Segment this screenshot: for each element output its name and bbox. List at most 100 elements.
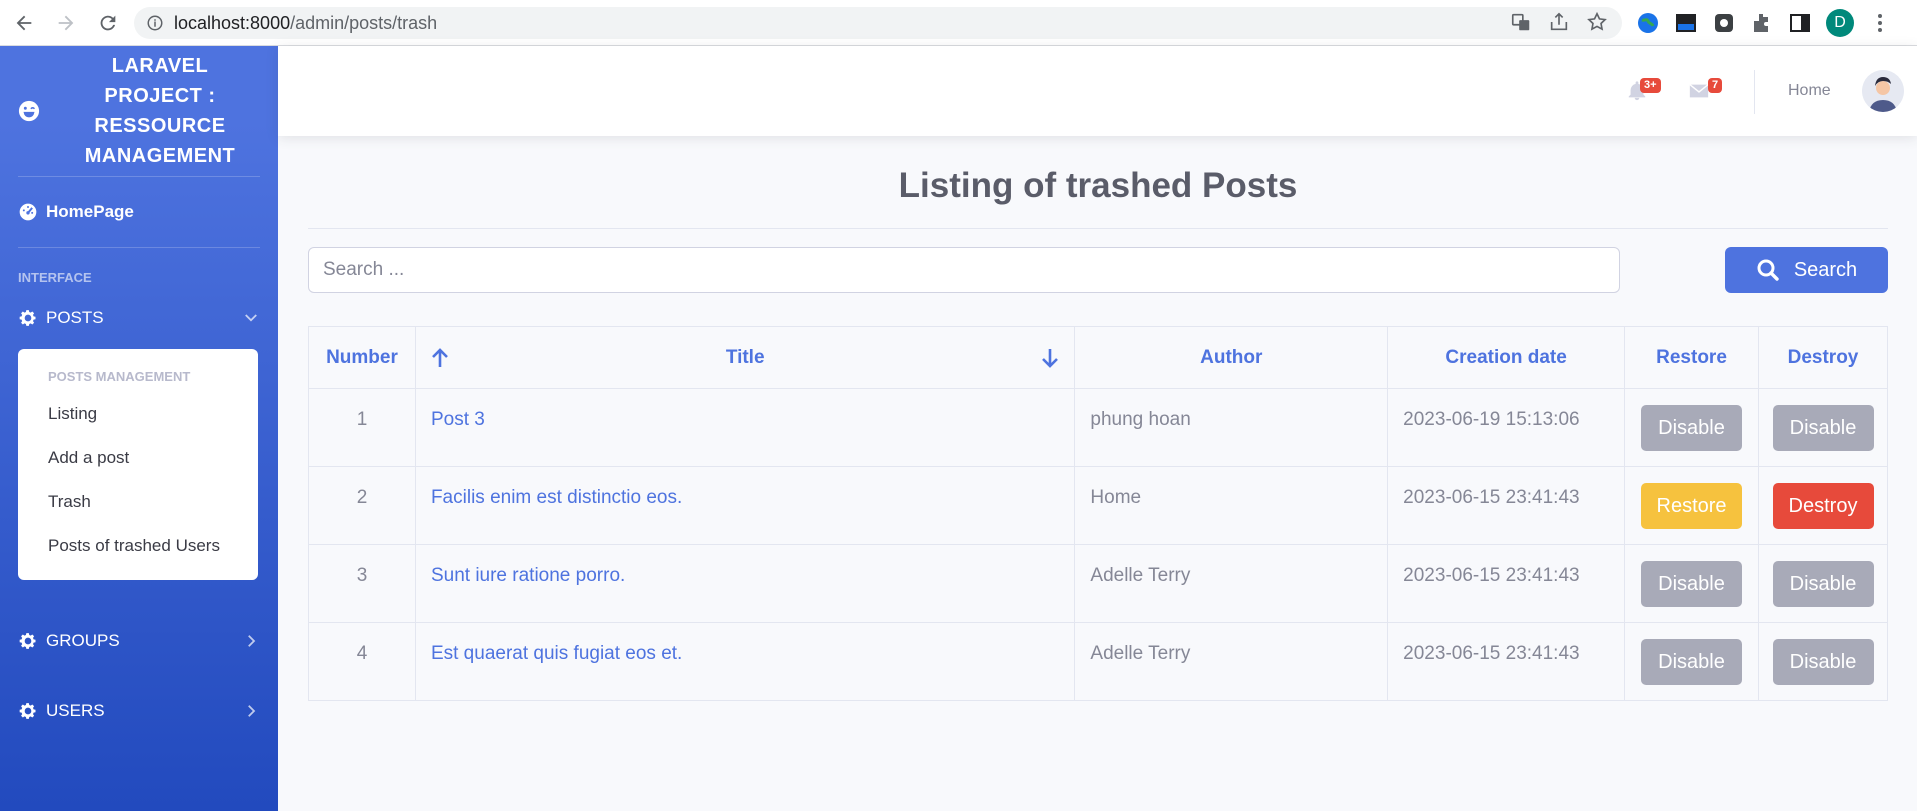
cell-destroy: Disable [1758,622,1888,701]
search-icon [1757,259,1779,281]
info-icon[interactable] [146,14,164,32]
sidebar-item-label: GROUPS [46,631,120,650]
page-title: Listing of trashed Posts [898,166,1298,205]
main-content: Listing of trashed Posts Search [308,136,1888,309]
table-row: 1 Post 3 phung hoan 2023-06-19 15:13:06 … [308,388,1888,467]
share-icon[interactable] [1548,11,1570,33]
user-name[interactable]: Home [1788,82,1831,100]
sidebar: LARAVEL PROJECT : RESSOURCE MANAGEMENT H… [0,46,278,811]
destroy-disabled-button[interactable]: Disable [1772,639,1874,685]
reload-button[interactable] [90,5,126,41]
cell-title: Post 3 [414,388,1076,467]
post-title-link[interactable]: Post 3 [431,409,485,430]
cell-author: Adelle Terry [1074,544,1389,623]
sort-descending-arrow-icon[interactable] [1040,347,1060,369]
sidebar-item-posts[interactable]: POSTS [0,293,278,343]
column-header-number: Number [308,326,416,389]
submenu-item-trashed-users-posts[interactable]: Posts of trashed Users [18,524,258,568]
cell-creation-date: 2023-06-19 15:13:06 [1387,388,1626,467]
chevron-down-icon [245,314,257,322]
side-panel-icon[interactable] [1788,11,1812,35]
post-title-link[interactable]: Sunt iure ratione porro. [431,565,625,586]
tachometer-icon [19,203,37,221]
cell-author: phung hoan [1074,388,1389,467]
post-title-link[interactable]: Est quaerat quis fugiat eos et. [431,643,682,664]
restore-disabled-button[interactable]: Disable [1641,405,1743,451]
topbar-divider [1754,70,1755,114]
laugh-wink-icon [18,100,40,122]
submenu-item-trash[interactable]: Trash [18,480,258,524]
submenu-header: POSTS MANAGEMENT [48,369,191,384]
envelope-icon[interactable] [1688,80,1710,102]
sidebar-item-groups[interactable]: GROUPS [0,606,278,676]
column-header-title: Title [414,326,1076,389]
destroy-disabled-button[interactable]: Disable [1772,561,1874,607]
search-button-label: Search [1793,258,1858,281]
destroy-button[interactable]: Destroy [1772,483,1874,529]
column-header-restore: Restore [1624,326,1759,389]
restore-button[interactable]: Restore [1641,483,1743,529]
sidebar-item-users[interactable]: USERS [0,676,278,746]
browser-profile-avatar[interactable]: D [1826,9,1854,37]
search-input[interactable] [308,247,1620,293]
cell-creation-date: 2023-06-15 23:41:43 [1387,622,1626,701]
cell-destroy: Disable [1758,544,1888,623]
globe-extension-icon[interactable] [1636,11,1660,35]
alerts-badge: 3+ [1640,78,1661,93]
column-header-destroy: Destroy [1758,326,1888,389]
posts-submenu: POSTS MANAGEMENT Listing Add a post Tras… [18,349,258,580]
sidebar-item-label: USERS [46,701,105,720]
gear-icon [19,703,36,719]
bookmark-star-icon[interactable] [1586,11,1608,33]
column-header-author: Author [1074,326,1389,389]
news-extension-icon[interactable] [1674,11,1698,35]
back-arrow-icon [16,15,32,30]
cell-author: Adelle Terry [1074,622,1389,701]
table-row: 4 Est quaerat quis fugiat eos et. Adelle… [308,622,1888,701]
sidebar-item-homepage[interactable]: HomePage [0,177,278,247]
topbar: 3+ 7 Home [278,46,1917,136]
cell-destroy: Destroy [1758,466,1888,545]
table-header-row: Number Title Author Creation date Restor… [308,326,1888,389]
cell-restore: Restore [1624,466,1759,545]
sidebar-item-label: HomePage [46,202,134,221]
submenu-item-listing[interactable]: Listing [18,392,258,436]
search-button[interactable]: Search [1725,247,1888,293]
cell-number: 4 [308,622,416,701]
cell-restore: Disable [1624,622,1759,701]
destroy-disabled-button[interactable]: Disable [1772,405,1874,451]
restore-disabled-button[interactable]: Disable [1641,639,1743,685]
column-header-title-label: Title [725,346,765,368]
puzzle-extensions-icon[interactable] [1750,11,1774,35]
table-row: 3 Sunt iure ratione porro. Adelle Terry … [308,544,1888,623]
submenu-item-add-post[interactable]: Add a post [18,436,258,480]
post-title-link[interactable]: Facilis enim est distinctio eos. [431,487,682,508]
sidebar-heading: INTERFACE [18,270,92,285]
address-bar[interactable]: localhost:8000/admin/posts/trash [134,7,1622,39]
forward-button[interactable] [48,5,84,41]
back-button[interactable] [6,5,42,41]
search-form: Search [308,229,1888,309]
cell-title: Facilis enim est distinctio eos. [414,466,1076,545]
reload-icon [100,15,116,30]
chevron-right-icon [248,705,256,717]
cell-number: 2 [308,466,416,545]
cell-title: Est quaerat quis fugiat eos et. [414,622,1076,701]
chevron-right-icon [248,635,256,647]
screen-extension-icon[interactable] [1712,11,1736,35]
avatar[interactable] [1862,70,1904,112]
cell-number: 3 [308,544,416,623]
sidebar-brand[interactable]: LARAVEL PROJECT : RESSOURCE MANAGEMENT [0,46,278,176]
cell-title: Sunt iure ratione porro. [414,544,1076,623]
url-text: localhost:8000/admin/posts/trash [174,12,438,33]
trashed-posts-table: Number Title Author Creation date Restor… [308,326,1888,701]
user-avatar-icon [1862,70,1904,112]
restore-disabled-button[interactable]: Disable [1641,561,1743,607]
menu-dots-icon[interactable] [1868,11,1892,35]
gear-icon [19,633,36,649]
cell-restore: Disable [1624,544,1759,623]
forward-arrow-icon [58,15,74,30]
translate-icon[interactable] [1510,11,1532,33]
sort-ascending-arrow-icon[interactable] [430,347,450,369]
messages-badge: 7 [1708,78,1723,93]
